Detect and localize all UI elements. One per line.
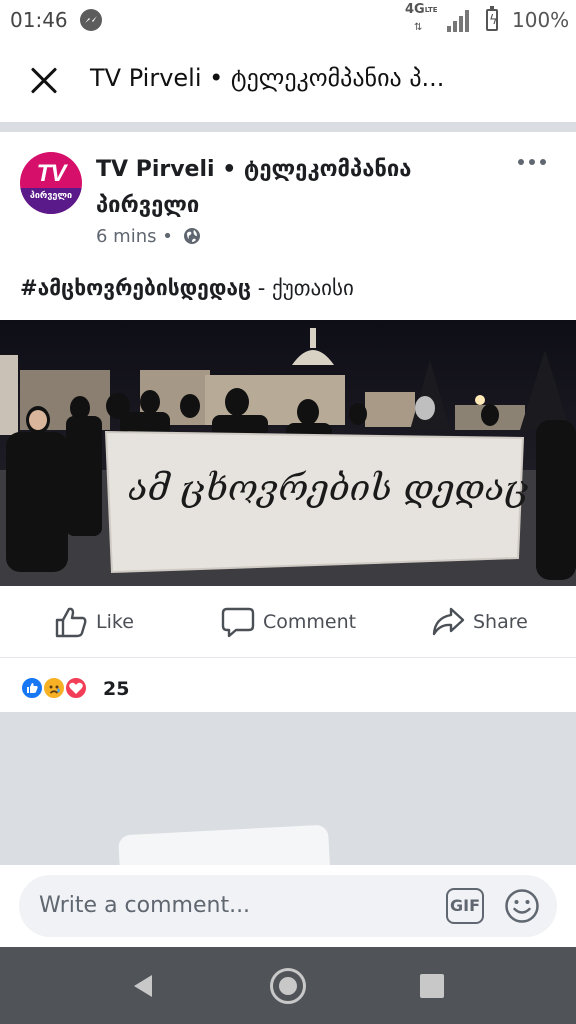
sad-reaction-icon xyxy=(42,676,66,700)
header-title: TV Pirveli • ტელეკომპანია პ... xyxy=(90,64,445,92)
like-reaction-icon xyxy=(20,676,44,700)
post-actions: Like Comment Share xyxy=(0,586,576,658)
avatar-logo-text: TV xyxy=(36,160,67,187)
home-icon[interactable] xyxy=(270,968,306,1004)
reactions-summary: 25 xyxy=(0,658,576,712)
post-author[interactable]: TV Pirveli • ტელეკომპანია პირველი xyxy=(96,152,496,224)
signal-icon xyxy=(447,10,473,36)
meta-separator: • xyxy=(162,226,173,247)
reaction-count[interactable]: 25 xyxy=(103,678,129,700)
comment-icon xyxy=(221,607,255,638)
comment-placeholder: Write a comment... xyxy=(39,893,251,918)
recent-apps-icon[interactable] xyxy=(420,974,444,998)
more-options-icon[interactable] xyxy=(518,156,548,168)
post-photo[interactable]: ამ ცხოვრების დედაც xyxy=(0,320,576,586)
post-hashtag[interactable]: #ამცხოვრებისდედაც xyxy=(20,276,251,300)
back-icon[interactable] xyxy=(130,973,156,999)
battery-percent: 100% xyxy=(512,8,570,32)
share-button[interactable]: Share xyxy=(431,604,528,640)
thumbs-up-icon xyxy=(55,607,87,638)
protest-photo-illustration: ამ ცხოვრების დედაც xyxy=(0,320,576,586)
feed-background xyxy=(0,712,576,865)
comment-bar: Write a comment... GIF xyxy=(0,865,576,947)
comment-label: Comment xyxy=(263,611,357,633)
post-header: TV პირველი TV Pirveli • ტელეკომპანია პირ… xyxy=(0,132,576,262)
data-arrows-icon: ⇅ xyxy=(414,22,423,33)
divider xyxy=(0,122,576,132)
like-label: Like xyxy=(96,611,134,633)
gif-button[interactable]: GIF xyxy=(446,888,484,924)
close-icon[interactable] xyxy=(26,62,62,98)
top-header: TV Pirveli • ტელეკომპანია პ... xyxy=(0,40,576,122)
battery-icon: ϟ xyxy=(486,6,498,31)
emoji-icon[interactable] xyxy=(504,888,540,924)
comment-button[interactable]: Comment xyxy=(221,604,356,640)
post-meta: 6 mins • xyxy=(96,226,201,247)
banner-text: ამ ცხოვრების დედაც xyxy=(128,468,529,509)
share-label: Share xyxy=(473,611,528,633)
like-button[interactable]: Like xyxy=(54,604,134,640)
globe-icon xyxy=(183,228,200,244)
avatar[interactable]: TV პირველი xyxy=(20,152,82,214)
messenger-icon xyxy=(80,9,102,31)
avatar-logo-subtext: პირველი xyxy=(20,188,82,214)
system-nav-bar xyxy=(0,947,576,1024)
post-text: #ამცხოვრებისდედაც - ქუთაისი xyxy=(20,276,354,300)
love-reaction-icon xyxy=(64,676,88,700)
post-text-rest: - ქუთაისი xyxy=(251,276,354,300)
next-card-edge xyxy=(118,824,332,865)
post-time[interactable]: 6 mins xyxy=(96,226,157,247)
network-indicator: 4GLTE xyxy=(405,2,438,17)
share-icon xyxy=(432,607,465,636)
status-time: 01:46 xyxy=(10,8,68,32)
comment-input[interactable]: Write a comment... GIF xyxy=(19,875,557,937)
status-bar: 01:46 4GLTE ⇅ ϟ 100% xyxy=(0,0,576,40)
